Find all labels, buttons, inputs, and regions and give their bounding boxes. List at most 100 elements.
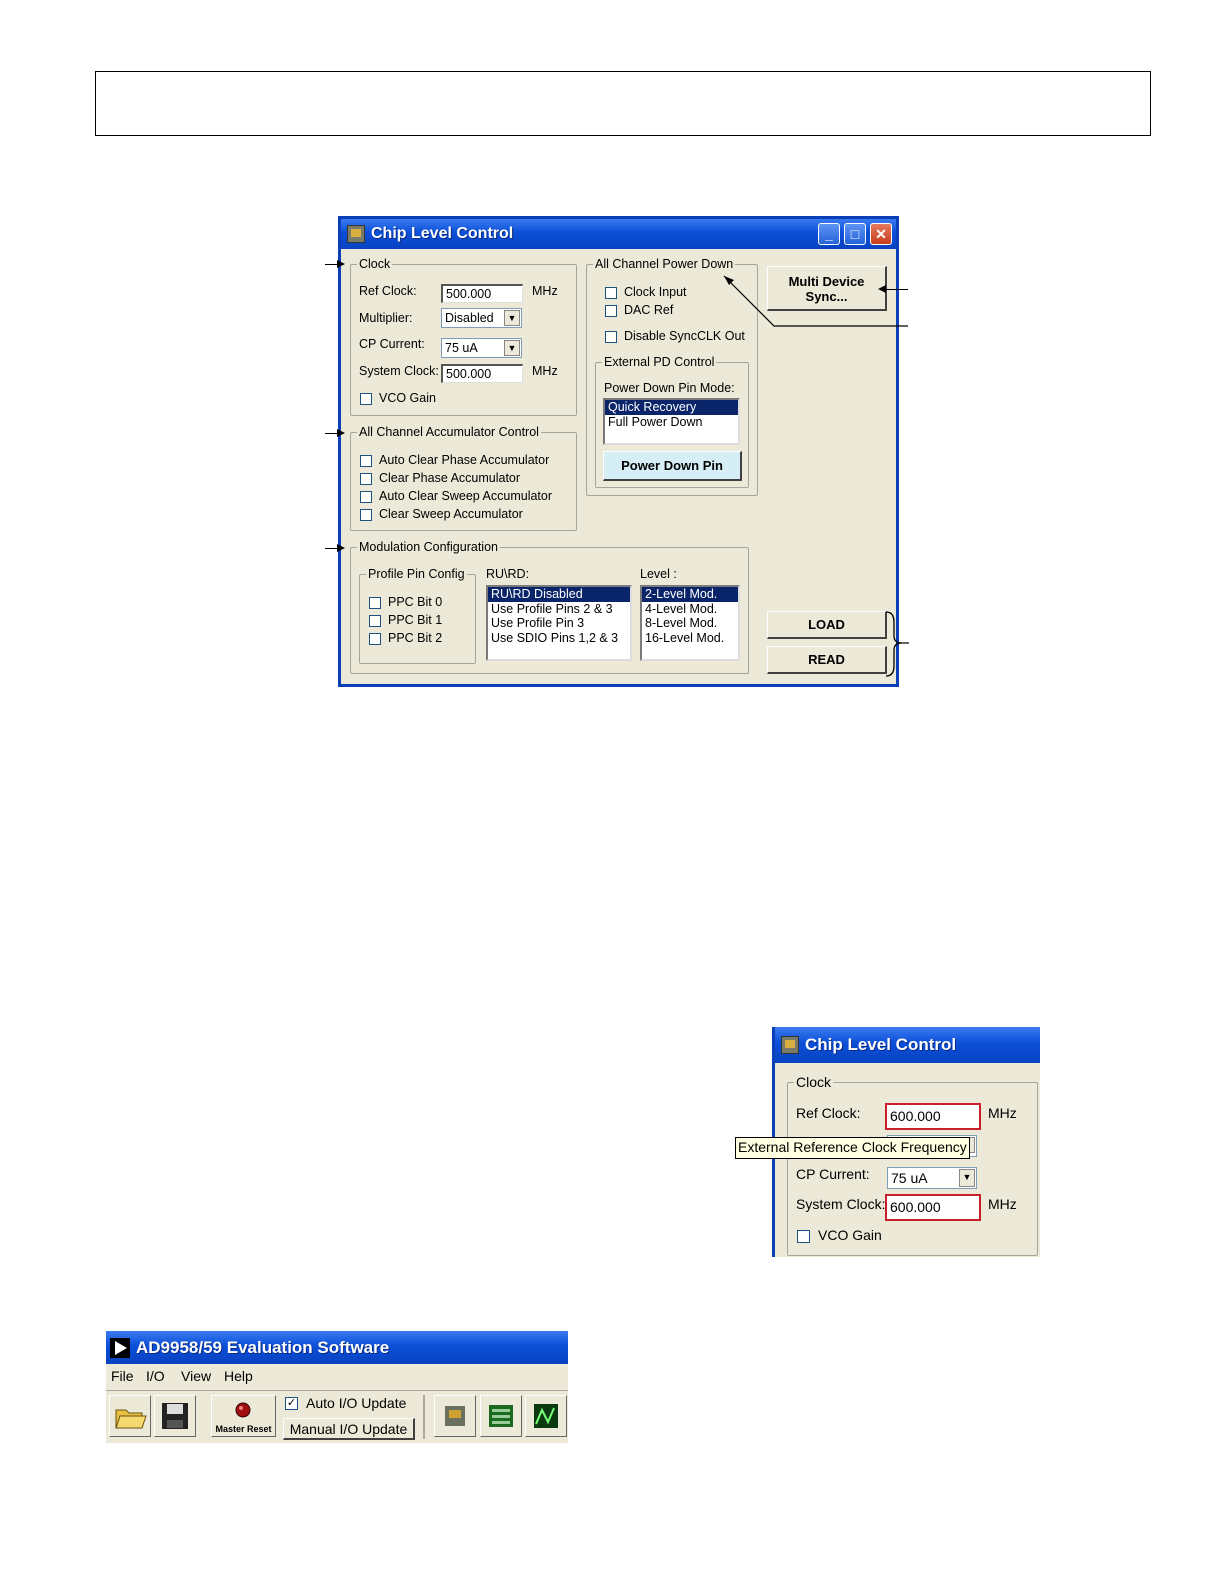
rurd-list[interactable]: RU\RD Disabled Use Profile Pins 2 & 3 Us… [486, 585, 632, 661]
ppc-bit1-checkbox[interactable] [369, 615, 381, 627]
detail-cp-current-select[interactable]: 75 uA ▼ [887, 1167, 977, 1189]
list-item[interactable]: 8-Level Mod. [642, 616, 738, 631]
list-item[interactable]: 16-Level Mod. [642, 631, 738, 646]
load-button[interactable]: LOAD [767, 611, 887, 639]
channel-icon[interactable] [480, 1395, 522, 1437]
detail-system-clock-input[interactable]: 600.000 [885, 1194, 981, 1221]
maximize-icon[interactable]: □ [844, 223, 866, 245]
pin-mode-list[interactable]: Quick Recovery Full Power Down [603, 398, 740, 445]
clock-input-checkbox[interactable] [605, 287, 617, 299]
cp-current-select[interactable]: 75 uA ▼ [441, 338, 522, 358]
ppc-bit2-checkbox[interactable] [369, 633, 381, 645]
eval-title-bar[interactable]: AD9958/59 Evaluation Software [106, 1331, 568, 1364]
auto-clear-phase-label: Auto Clear Phase Accumulator [379, 453, 550, 467]
auto-io-update-checkbox[interactable]: ✓ [285, 1397, 298, 1410]
ppc-bit2-label: PPC Bit 2 [388, 631, 443, 645]
power-down-legend: All Channel Power Down [595, 257, 734, 271]
multiplier-label: Multiplier: [359, 311, 413, 325]
chevron-down-icon[interactable]: ▼ [504, 310, 520, 326]
multiplier-select[interactable]: Disabled ▼ [441, 308, 522, 328]
list-item[interactable]: 2-Level Mod. [642, 587, 738, 602]
detail-window-title: Chip Level Control [805, 1035, 957, 1054]
list-item[interactable]: Full Power Down [605, 415, 738, 430]
chevron-down-icon[interactable]: ▼ [959, 1169, 975, 1187]
arrow-right-icon [337, 260, 345, 268]
disable-syncclk-label: Disable SyncCLK Out [624, 329, 745, 343]
list-item[interactable]: Use Profile Pins 2 & 3 [488, 602, 630, 617]
app-icon [781, 1036, 799, 1054]
chip-level-icon[interactable] [434, 1395, 476, 1437]
ppc-bit1-label: PPC Bit 1 [388, 613, 443, 627]
reset-icon [235, 1402, 251, 1418]
arrow-right-icon [337, 429, 345, 437]
detail-clock-legend: Clock [796, 1074, 832, 1090]
ref-clock-unit: MHz [532, 284, 558, 298]
close-icon[interactable]: ✕ [870, 223, 892, 245]
save-icon[interactable] [154, 1395, 196, 1437]
clock-legend: Clock [359, 257, 391, 271]
callout-diagonal-arrow [723, 275, 908, 327]
system-clock-input[interactable]: 500.000 [441, 364, 523, 383]
disable-syncclk-checkbox[interactable] [605, 331, 617, 343]
ppc-bit0-checkbox[interactable] [369, 597, 381, 609]
system-clock-unit: MHz [532, 364, 558, 378]
master-reset-button[interactable]: Master Reset [211, 1395, 276, 1437]
clock-input-label: Clock Input [624, 285, 687, 299]
auto-io-update-label: Auto I/O Update [306, 1395, 407, 1411]
read-button[interactable]: READ [767, 646, 887, 674]
detail-vco-gain-checkbox[interactable] [797, 1230, 810, 1243]
vco-gain-checkbox[interactable] [360, 393, 372, 405]
toolbar-separator [423, 1395, 425, 1439]
menu-file[interactable]: File [111, 1368, 134, 1384]
level-list[interactable]: 2-Level Mod. 4-Level Mod. 8-Level Mod. 1… [640, 585, 740, 661]
modulation-legend: Modulation Configuration [359, 540, 498, 554]
ref-clock-label: Ref Clock: [359, 284, 417, 298]
list-item[interactable]: Use Profile Pin 3 [488, 616, 630, 631]
dac-ref-label: DAC Ref [624, 303, 674, 317]
clear-sweep-checkbox[interactable] [360, 509, 372, 521]
list-item[interactable]: Use SDIO Pins 1,2 & 3 [488, 631, 630, 646]
auto-clear-sweep-checkbox[interactable] [360, 491, 372, 503]
brace-icon [885, 611, 909, 677]
detail-ref-clock-input[interactable]: 600.000 [885, 1103, 981, 1130]
clear-sweep-label: Clear Sweep Accumulator [379, 507, 523, 521]
clear-phase-checkbox[interactable] [360, 473, 372, 485]
title-bar[interactable]: Chip Level Control _ □ ✕ [341, 219, 896, 249]
cp-current-value: 75 uA [445, 341, 478, 355]
header-box [95, 71, 1151, 136]
detail-title-bar[interactable]: Chip Level Control [775, 1027, 1040, 1063]
auto-clear-sweep-label: Auto Clear Sweep Accumulator [379, 489, 553, 503]
menu-io[interactable]: I/O [146, 1368, 165, 1384]
pin-mode-label: Power Down Pin Mode: [604, 381, 735, 395]
dac-ref-checkbox[interactable] [605, 305, 617, 317]
list-item[interactable]: RU\RD Disabled [488, 587, 630, 602]
multiplier-value: Disabled [445, 311, 494, 325]
detail-cp-current-value: 75 uA [891, 1170, 928, 1186]
arrow-right-icon [337, 544, 345, 552]
detail-ref-clock-label: Ref Clock: [796, 1105, 861, 1121]
list-item[interactable]: Quick Recovery [605, 400, 738, 415]
master-reset-label: Master Reset [215, 1424, 272, 1434]
system-clock-label: System Clock: [359, 364, 439, 378]
vco-gain-label: VCO Gain [379, 391, 436, 405]
ref-clock-input[interactable]: 500.000 [441, 284, 523, 303]
list-item[interactable]: 4-Level Mod. [642, 602, 738, 617]
detail-cp-current-label: CP Current: [796, 1166, 870, 1182]
detail-system-clock-label: System Clock: [796, 1196, 886, 1212]
minimize-icon[interactable]: _ [818, 223, 840, 245]
power-down-pin-button[interactable]: Power Down Pin [603, 451, 742, 481]
analog-logo-icon [110, 1337, 130, 1358]
sweep-icon[interactable] [525, 1395, 567, 1437]
level-label: Level : [640, 567, 677, 581]
menu-view[interactable]: View [181, 1368, 211, 1384]
manual-io-update-button[interactable]: Manual I/O Update [283, 1418, 415, 1440]
menu-help[interactable]: Help [224, 1368, 253, 1384]
detail-vco-gain-label: VCO Gain [818, 1227, 882, 1243]
detail-ref-clock-unit: MHz [988, 1105, 1017, 1121]
profile-pin-legend: Profile Pin Config [368, 567, 465, 581]
open-folder-icon[interactable] [109, 1395, 151, 1437]
chevron-down-icon[interactable]: ▼ [504, 340, 520, 356]
auto-clear-phase-checkbox[interactable] [360, 455, 372, 467]
detail-system-clock-unit: MHz [988, 1196, 1017, 1212]
window-title: Chip Level Control [371, 225, 514, 242]
